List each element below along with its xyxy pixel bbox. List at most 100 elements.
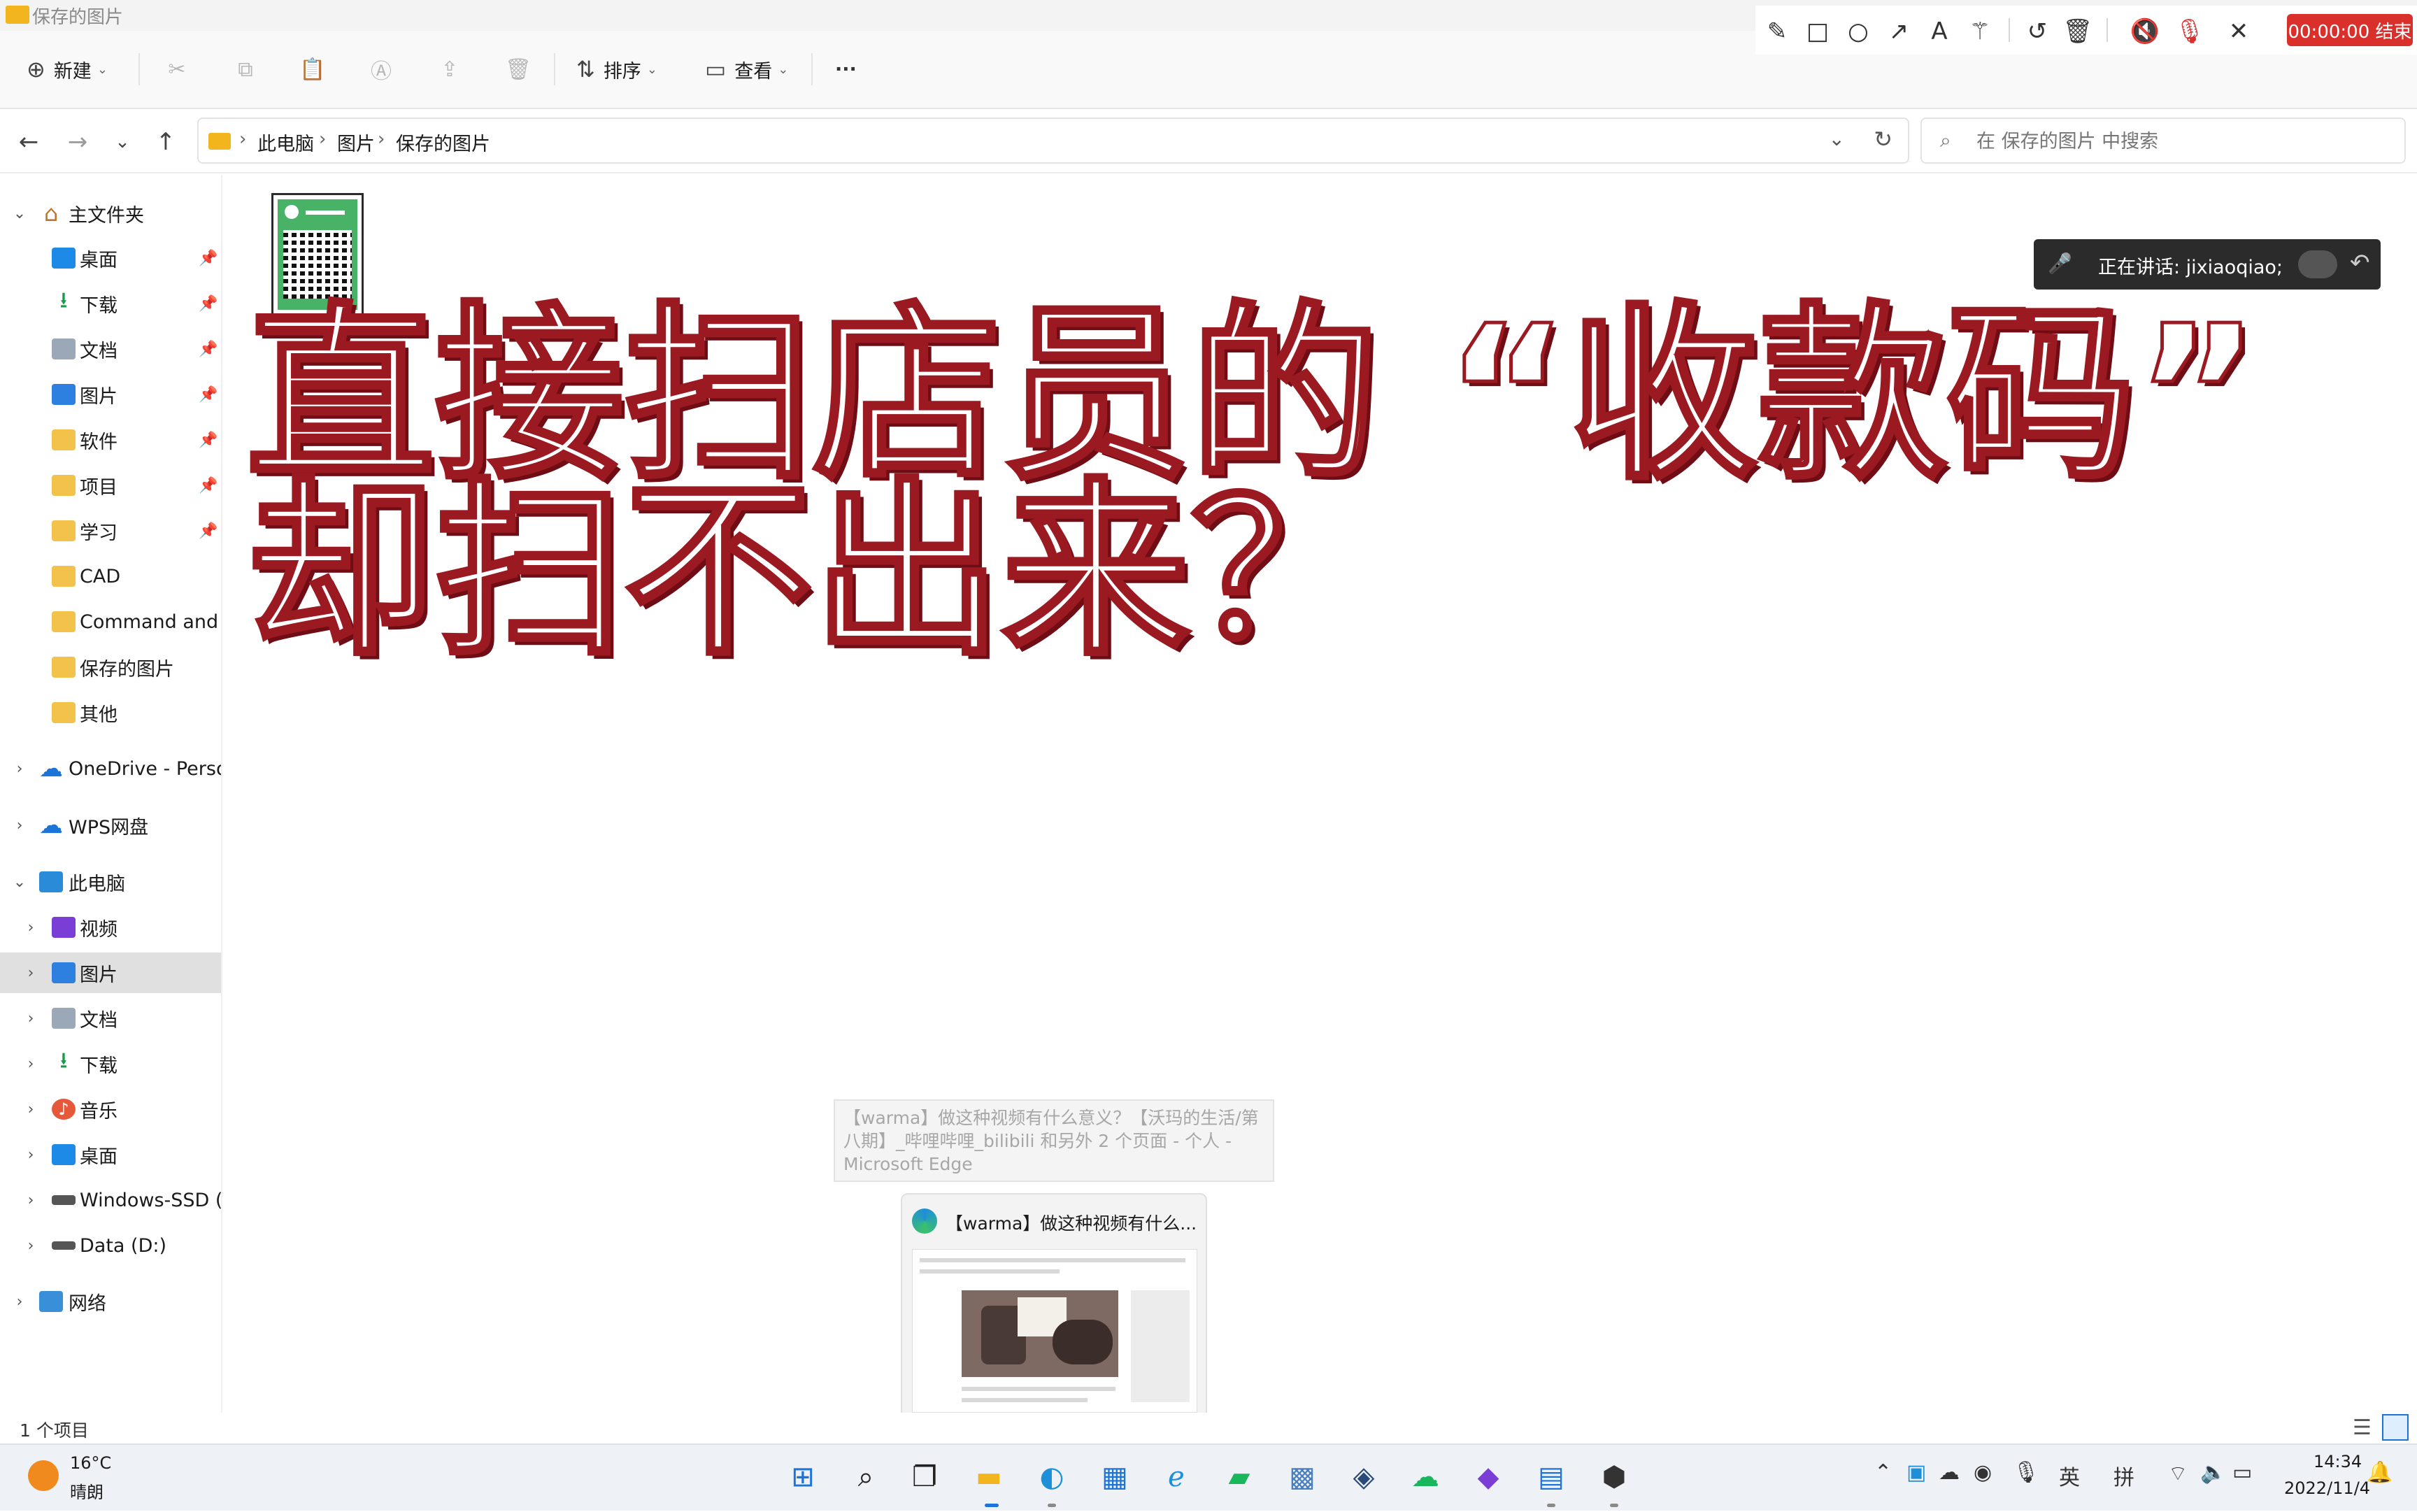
recent-dropdown-icon[interactable]: ⌄ [104,123,141,161]
breadcrumb-pictures[interactable]: 图片 [337,129,375,156]
chevron-up-icon[interactable]: ⌃ [1874,1460,1892,1485]
sidebar-item-command[interactable]: Command and Co [0,601,221,642]
sidebar-item-home[interactable]: ⌄ ⌂ 主文件夹 [0,193,221,234]
text-icon[interactable]: A [1922,14,1957,49]
refresh-icon[interactable]: ↻ [1874,126,1892,152]
language-indicator[interactable]: 英 [2059,1460,2080,1491]
sidebar-item-music[interactable]: › ♪ 音乐 [0,1089,221,1129]
sidebar-item-other[interactable]: 其他 [0,692,221,733]
store-icon[interactable]: ▦ [1092,1455,1137,1499]
record-end-button[interactable]: 00:00:00 结束 [2287,14,2413,46]
chevron-right-icon[interactable]: › [21,1010,41,1027]
forward-arrow-icon[interactable]: → [59,123,97,161]
chevron-right-icon[interactable]: › [21,919,41,936]
sidebar-item-drive-d[interactable]: › Data (D:) [0,1225,221,1266]
wechat-icon[interactable]: ☁ [1403,1455,1448,1499]
return-icon[interactable]: ↶ [2350,249,2370,277]
chevron-right-icon[interactable]: › [21,1192,41,1209]
large-icons-view-icon[interactable] [2382,1414,2409,1441]
view-button[interactable]: ▭ 查看 ⌄ [705,52,788,87]
chevron-right-icon[interactable]: › [21,1101,41,1118]
chevron-right-icon[interactable]: › [21,1237,41,1255]
ie-icon[interactable]: ℯ [1154,1455,1199,1499]
file-explorer-icon[interactable]: ▬ [967,1455,1011,1499]
chevron-right-icon[interactable]: › [21,1146,41,1164]
task-view-icon[interactable]: ❐ [902,1455,947,1499]
search-input[interactable] [1976,126,2389,157]
battery-icon[interactable]: ▭ [2232,1460,2252,1485]
chevron-right-icon[interactable]: › [21,964,41,982]
visual-studio-icon[interactable]: ◆ [1466,1455,1511,1499]
cut-icon[interactable]: ✂ [159,52,194,87]
sidebar-item-videos[interactable]: › 视频 [0,907,221,948]
sidebar-item-pictures[interactable]: 图片 📌 [0,374,221,415]
sidebar-item-wps[interactable]: › ☁ WPS网盘 [0,805,221,846]
sidebar-item-software[interactable]: 软件 📌 [0,420,221,460]
sidebar-item-downloads[interactable]: ⭳ 下载 📌 [0,283,221,324]
sidebar-item-desktop[interactable]: 桌面 📌 [0,238,221,278]
up-arrow-icon[interactable]: ↑ [147,123,185,161]
green-app-icon[interactable]: ▰ [1217,1455,1262,1499]
start-button[interactable]: ⊞ [780,1455,825,1499]
share-icon[interactable]: ⇪ [432,52,467,87]
circle-icon[interactable]: ○ [1841,14,1876,49]
qq-icon[interactable]: ◉ [1974,1460,1992,1485]
paste-icon[interactable]: 📋 [295,52,330,87]
chevron-right-icon[interactable]: › [10,1293,29,1311]
magic-wand-icon[interactable]: ⚚ [1962,14,1997,49]
details-view-icon[interactable]: ☰ [2353,1415,2372,1440]
taskbar-window-preview[interactable]: 【warma】做这种视频有什么... [901,1193,1207,1427]
microphone-icon[interactable]: 🎙 [2013,1460,2039,1485]
whiteboard-icon[interactable]: ▤ [1529,1455,1574,1499]
sidebar-item-this-pc[interactable]: ⌄ 此电脑 [0,862,221,902]
arrow-icon[interactable]: ↗ [1881,14,1916,49]
chevron-right-icon[interactable]: › [21,1055,41,1073]
chevron-down-icon[interactable]: ⌄ [10,205,29,222]
sidebar-item-pc-pictures[interactable]: › 图片 [0,953,221,993]
sidebar-item-onedrive[interactable]: › ☁ OneDrive - Persona [0,748,221,789]
wifi-icon[interactable]: ⌔ [2168,1460,2188,1487]
search-box[interactable]: ⌕ [1920,117,2406,164]
notification-icon[interactable]: 🔔 [2367,1460,2393,1485]
onedrive-icon[interactable]: ☁ [1939,1460,1960,1485]
address-bar[interactable]: › 此电脑 › 图片 › 保存的图片 ⌄ ↻ [197,117,1909,164]
tray-app-icon[interactable]: ▣ [1906,1460,1926,1485]
address-dropdown-icon[interactable]: ⌄ [1829,127,1845,150]
sidebar-item-pc-downloads[interactable]: › ⭳ 下载 [0,1043,221,1084]
sidebar-item-saved-pictures[interactable]: 保存的图片 [0,647,221,687]
sidebar-item-study[interactable]: 学习 📌 [0,511,221,551]
trash-icon[interactable]: 🗑 [2060,14,2095,49]
edge-icon[interactable]: ◐ [1029,1455,1074,1499]
more-button[interactable]: ··· [835,52,857,87]
weather-widget[interactable]: 16°C 晴朗 [0,1445,168,1512]
sort-button[interactable]: ⇅ 排序 ⌄ [576,52,657,87]
close-icon[interactable]: ✕ [2221,14,2256,49]
recorder-app-icon[interactable]: ⬢ [1592,1455,1637,1499]
chevron-right-icon[interactable]: › [10,760,29,778]
chevron-down-icon[interactable]: ⌄ [10,873,29,891]
sidebar-item-cad[interactable]: CAD [0,556,221,597]
mic-muted-icon[interactable]: 🎙 [2172,14,2207,49]
new-button[interactable]: ⊕ 新建 ⌄ [27,52,108,87]
sidebar-item-documents[interactable]: 文档 📌 [0,329,221,369]
sidebar-item-projects[interactable]: 项目 📌 [0,465,221,506]
sidebar-item-network[interactable]: › 网络 [0,1281,221,1322]
search-icon[interactable]: ⌕ [843,1455,888,1499]
cube-app-icon[interactable]: ◈ [1341,1455,1386,1499]
chart-app-icon[interactable]: ▩ [1280,1455,1325,1499]
copy-icon[interactable]: ⧉ [228,52,263,87]
undo-icon[interactable]: ↺ [2020,14,2055,49]
rectangle-icon[interactable]: □ [1800,14,1835,49]
delete-icon[interactable]: 🗑 [501,52,536,87]
ime-indicator[interactable]: 拼 [2113,1460,2134,1491]
volume-icon[interactable]: 🔈 [2200,1460,2226,1485]
sidebar-item-pc-desktop[interactable]: › 桌面 [0,1134,221,1175]
breadcrumb-this-pc[interactable]: 此电脑 [257,129,314,156]
chevron-right-icon[interactable]: › [10,817,29,834]
rename-icon[interactable]: Ⓐ [364,52,399,87]
sidebar-item-drive-c[interactable]: › Windows-SSD (C: [0,1180,221,1220]
sidebar-item-pc-documents[interactable]: › 文档 [0,998,221,1039]
breadcrumb-saved-pictures[interactable]: 保存的图片 [396,129,490,156]
pen-icon[interactable]: ✎ [1760,14,1795,49]
speaker-muted-icon[interactable]: 🔇 [2127,14,2162,49]
